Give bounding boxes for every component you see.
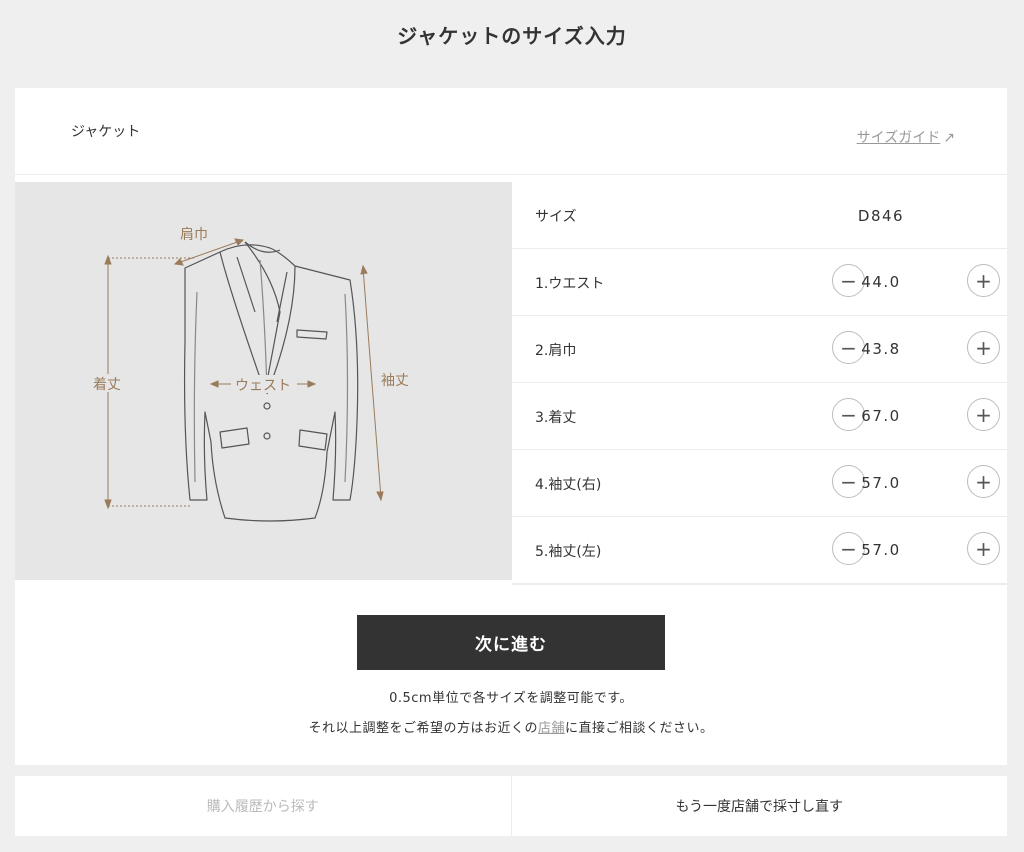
measurement-value: 57.0 — [861, 474, 901, 492]
size-value: D846 — [857, 207, 905, 225]
measurement-list: サイズ D846 1.ウエスト − 44.0 + 2.肩巾 − 43.8 + 3… — [512, 182, 1007, 585]
card-header: ジャケット サイズガイド ↗ — [15, 88, 1007, 175]
shoulder-label: 肩巾 — [180, 227, 208, 243]
consult-note: それ以上調整をご希望の方はお近くの店舗に直接ご相談ください。 — [15, 717, 1007, 736]
product-label: ジャケット — [71, 124, 141, 140]
measurement-value: 43.8 — [861, 340, 901, 358]
increment-button[interactable]: + — [967, 398, 1000, 431]
measurement-value: 67.0 — [861, 407, 901, 425]
rescan-store-button[interactable]: もう一度店舗で採寸し直す — [512, 776, 1008, 836]
size-row: サイズ D846 — [512, 182, 1007, 249]
measurement-row-waist: 1.ウエスト − 44.0 + — [512, 249, 1007, 316]
measurement-row-length: 3.着丈 − 67.0 + — [512, 383, 1007, 450]
measurement-label: 5.袖丈(左) — [535, 544, 602, 560]
measurement-value: 57.0 — [861, 541, 901, 559]
next-button[interactable]: 次に進む — [357, 615, 665, 670]
increment-button[interactable]: + — [967, 264, 1000, 297]
plus-icon: + — [975, 335, 992, 360]
page-title: ジャケットのサイズ入力 — [397, 24, 627, 48]
increment-button[interactable]: + — [967, 331, 1000, 364]
measurement-label: 1.ウエスト — [535, 276, 605, 292]
purchase-history-button[interactable]: 購入履歴から探す — [15, 776, 511, 836]
increment-button[interactable]: + — [967, 532, 1000, 565]
measurement-row-sleeve-right: 4.袖丈(右) − 57.0 + — [512, 450, 1007, 517]
size-guide-label: サイズガイド — [856, 130, 941, 146]
measurement-label: 3.着丈 — [535, 410, 577, 426]
store-link[interactable]: 店舗 — [538, 721, 565, 736]
increment-button[interactable]: + — [967, 465, 1000, 498]
jacket-illustration: 肩巾 着丈 ウェスト 袖丈 — [15, 182, 512, 580]
measurement-row-shoulder: 2.肩巾 − 43.8 + — [512, 316, 1007, 383]
plus-icon: + — [975, 469, 992, 494]
plus-icon: + — [975, 536, 992, 561]
plus-icon: + — [975, 268, 992, 293]
measurement-label: 4.袖丈(右) — [535, 477, 602, 493]
adjust-note: 0.5cm単位で各サイズを調整可能です。 — [389, 691, 633, 706]
consult-note-after: に直接ご相談ください。 — [565, 721, 714, 736]
size-label: サイズ — [535, 209, 577, 225]
size-guide-link[interactable]: サイズガイド ↗ — [857, 127, 955, 147]
sleeve-label: 袖丈 — [381, 373, 409, 389]
measurement-value: 44.0 — [861, 273, 901, 291]
length-label: 着丈 — [93, 377, 121, 393]
size-input-card: ジャケット サイズガイド ↗ 肩巾 着丈 ウェスト 袖丈 サイズ D846 1.… — [15, 88, 1007, 765]
waist-label: ウェスト — [235, 378, 291, 394]
consult-note-before: それ以上調整をご希望の方はお近くの — [308, 721, 538, 736]
external-link-icon: ↗ — [943, 130, 955, 146]
measurement-label: 2.肩巾 — [535, 343, 577, 359]
footer-actions: 購入履歴から探す もう一度店舗で採寸し直す — [15, 776, 1007, 836]
plus-icon: + — [975, 402, 992, 427]
measurement-row-sleeve-left: 5.袖丈(左) − 57.0 + — [512, 517, 1007, 585]
